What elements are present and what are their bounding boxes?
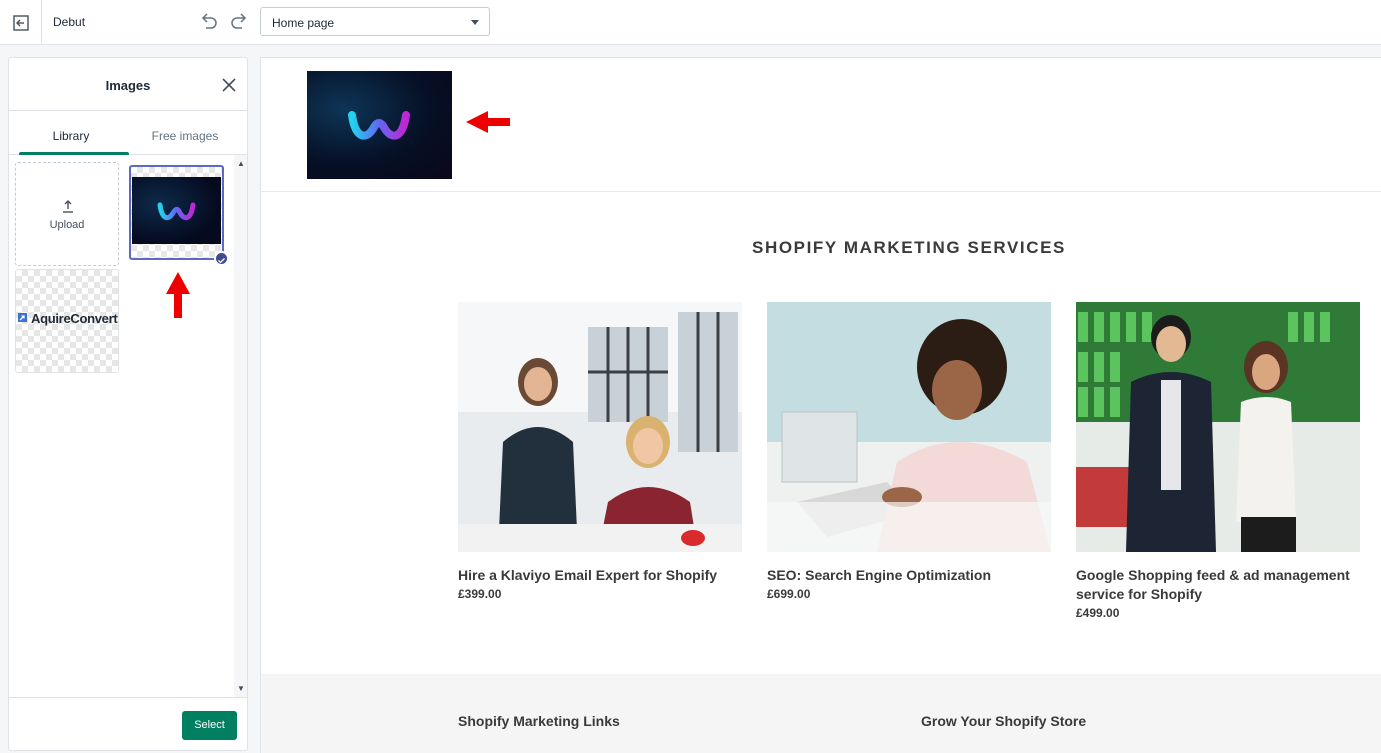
- product-title[interactable]: Hire a Klaviyo Email Expert for Shopify: [458, 566, 742, 585]
- selected-check-icon: [214, 251, 229, 266]
- product-price: £499.00: [1076, 606, 1120, 620]
- annotation-arrow-left-icon: [466, 111, 510, 133]
- upload-button[interactable]: Upload: [15, 162, 119, 266]
- aquireconvert-logo-text: AquireConvert: [31, 311, 118, 326]
- product-title[interactable]: Google Shopping feed & ad management ser…: [1076, 566, 1360, 604]
- annotation-arrow-up-icon: [166, 272, 190, 318]
- scroll-down-icon[interactable]: ▼: [237, 684, 245, 693]
- theme-name: Debut: [53, 15, 86, 29]
- product-title[interactable]: SEO: Search Engine Optimization: [767, 566, 1051, 585]
- images-panel: Images Library Free images Upload Aquire…: [8, 57, 248, 751]
- scroll-up-icon[interactable]: ▲: [237, 159, 245, 168]
- product-image[interactable]: [458, 302, 742, 552]
- product-card[interactable]: Google Shopping feed & ad management ser…: [1076, 302, 1360, 620]
- undo-icon: [201, 13, 217, 29]
- panel-scrollbar[interactable]: ▲ ▼: [234, 155, 247, 697]
- panel-header: Images: [9, 58, 247, 111]
- chevron-down-icon: [471, 20, 479, 25]
- redo-icon: [231, 13, 247, 29]
- exit-button[interactable]: [0, 0, 42, 45]
- upload-icon: [63, 200, 73, 213]
- undo-button[interactable]: [198, 10, 220, 32]
- product-image[interactable]: [1076, 302, 1360, 552]
- aquireconvert-logo-icon: [18, 313, 27, 322]
- editor-topbar: Debut Home page: [0, 0, 1381, 45]
- store-logo[interactable]: [307, 71, 452, 179]
- close-button[interactable]: [220, 76, 238, 94]
- product-image[interactable]: [767, 302, 1051, 552]
- tab-free-images[interactable]: Free images: [127, 111, 243, 155]
- image-library-grid: Upload AquireConvert ▲ ▼: [9, 155, 247, 697]
- product-price: £699.00: [767, 587, 811, 601]
- panel-title: Images: [105, 78, 151, 93]
- store-footer: Shopify Marketing Links Grow Your Shopif…: [261, 674, 1381, 753]
- library-image-aquireconvert[interactable]: AquireConvert: [15, 269, 119, 373]
- product-card[interactable]: SEO: Search Engine Optimization £699.00: [767, 302, 1051, 601]
- tab-library[interactable]: Library: [13, 111, 129, 155]
- select-button[interactable]: Select: [182, 711, 237, 740]
- panel-footer: Select: [9, 697, 247, 750]
- redo-button[interactable]: [228, 10, 250, 32]
- logo-thumbnail: [132, 177, 221, 244]
- panel-tabs: Library Free images: [9, 111, 247, 155]
- product-card[interactable]: Hire a Klaviyo Email Expert for Shopify …: [458, 302, 742, 601]
- logo-w-icon: [157, 202, 196, 221]
- page-select-value: Home page: [272, 16, 335, 30]
- store-header: [261, 58, 1381, 192]
- footer-heading-grow: Grow Your Shopify Store: [921, 713, 1087, 729]
- page-select[interactable]: Home page: [260, 7, 490, 36]
- footer-heading-links: Shopify Marketing Links: [458, 713, 620, 729]
- exit-icon: [12, 14, 29, 31]
- logo-w-icon: [348, 111, 410, 140]
- section-title: SHOPIFY MARKETING SERVICES: [752, 238, 1066, 257]
- close-icon: [222, 78, 236, 92]
- store-preview: SHOPIFY MARKETING SERVICES Hire a Klaviy…: [260, 57, 1381, 753]
- upload-label: Upload: [49, 219, 85, 231]
- library-image-logo[interactable]: [129, 165, 224, 260]
- product-price: £399.00: [458, 587, 502, 601]
